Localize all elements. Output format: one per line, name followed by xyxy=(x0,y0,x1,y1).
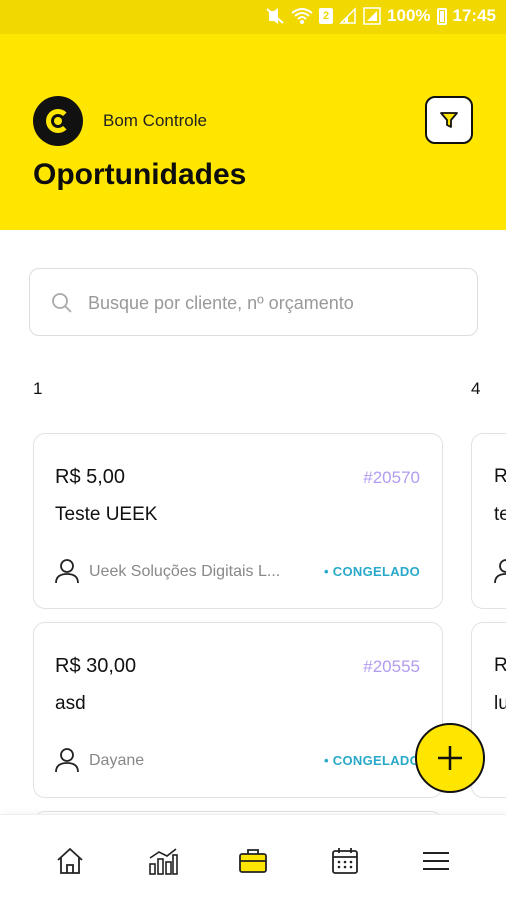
peek-title: te xyxy=(494,504,506,525)
home-icon xyxy=(57,848,83,874)
calendar-icon xyxy=(332,848,358,874)
nav-menu[interactable] xyxy=(420,845,452,877)
peek-title: lu xyxy=(494,693,506,714)
card-client: Ueek Soluções Digitais L... xyxy=(89,563,281,580)
signal-icon xyxy=(339,7,356,24)
bottom-navigation xyxy=(0,814,506,900)
wifi-icon xyxy=(291,8,313,24)
nav-calendar[interactable] xyxy=(329,845,361,877)
sim-badge-icon: 2 xyxy=(319,8,334,24)
status-badge: CONGELADO xyxy=(324,753,420,768)
briefcase-icon xyxy=(239,849,267,873)
card-price: R$ 5,00 xyxy=(55,466,126,488)
column-count-1: 1 xyxy=(33,379,43,398)
nav-home[interactable] xyxy=(54,845,86,877)
card-title: Teste UEEK xyxy=(55,504,158,525)
search-input[interactable] xyxy=(88,285,458,321)
chart-icon xyxy=(149,848,178,875)
user-icon xyxy=(55,559,79,584)
plus-icon xyxy=(438,746,462,770)
peek-price: R xyxy=(494,655,506,676)
signal-icon-2 xyxy=(363,7,381,25)
status-badge: CONGELADO xyxy=(324,564,420,579)
peek-price: R xyxy=(494,466,506,487)
status-bar: 2 100% 17:45 xyxy=(0,0,506,34)
search-box[interactable] xyxy=(29,268,478,336)
card-code: #20555 xyxy=(363,657,420,676)
opportunity-card[interactable]: R$ 5,00 #20570 Teste UEEK Ueek Soluções … xyxy=(33,433,443,609)
user-icon xyxy=(494,559,506,584)
card-title: asd xyxy=(55,693,86,714)
user-icon xyxy=(55,748,79,773)
battery-icon xyxy=(436,7,447,25)
column-count-2: 4 xyxy=(471,379,481,398)
card-price: R$ 30,00 xyxy=(55,655,137,677)
app-header: Bom Controle Oportunidades xyxy=(0,34,506,230)
add-opportunity-button[interactable] xyxy=(415,723,485,793)
nav-opportunities[interactable] xyxy=(237,845,269,877)
battery-level: 100% xyxy=(387,6,431,25)
opportunity-card[interactable]: R$ 30,00 #20555 asd Dayane CONGELADO xyxy=(33,622,443,798)
next-column-card[interactable]: R te xyxy=(471,433,506,609)
filter-icon xyxy=(440,112,458,128)
menu-icon xyxy=(423,852,449,870)
status-icons: 2 100% 17:45 xyxy=(265,6,496,26)
search-icon xyxy=(52,293,72,313)
filter-button[interactable] xyxy=(425,96,473,144)
clock: 17:45 xyxy=(452,6,496,25)
brand-logo-icon xyxy=(33,96,83,146)
mute-vibrate-icon xyxy=(266,8,284,24)
brand-name: Bom Controle xyxy=(103,111,207,130)
nav-reports[interactable] xyxy=(147,845,179,877)
card-client: Dayane xyxy=(89,752,145,769)
page-title: Oportunidades xyxy=(33,158,247,191)
card-code: #20570 xyxy=(363,468,420,487)
